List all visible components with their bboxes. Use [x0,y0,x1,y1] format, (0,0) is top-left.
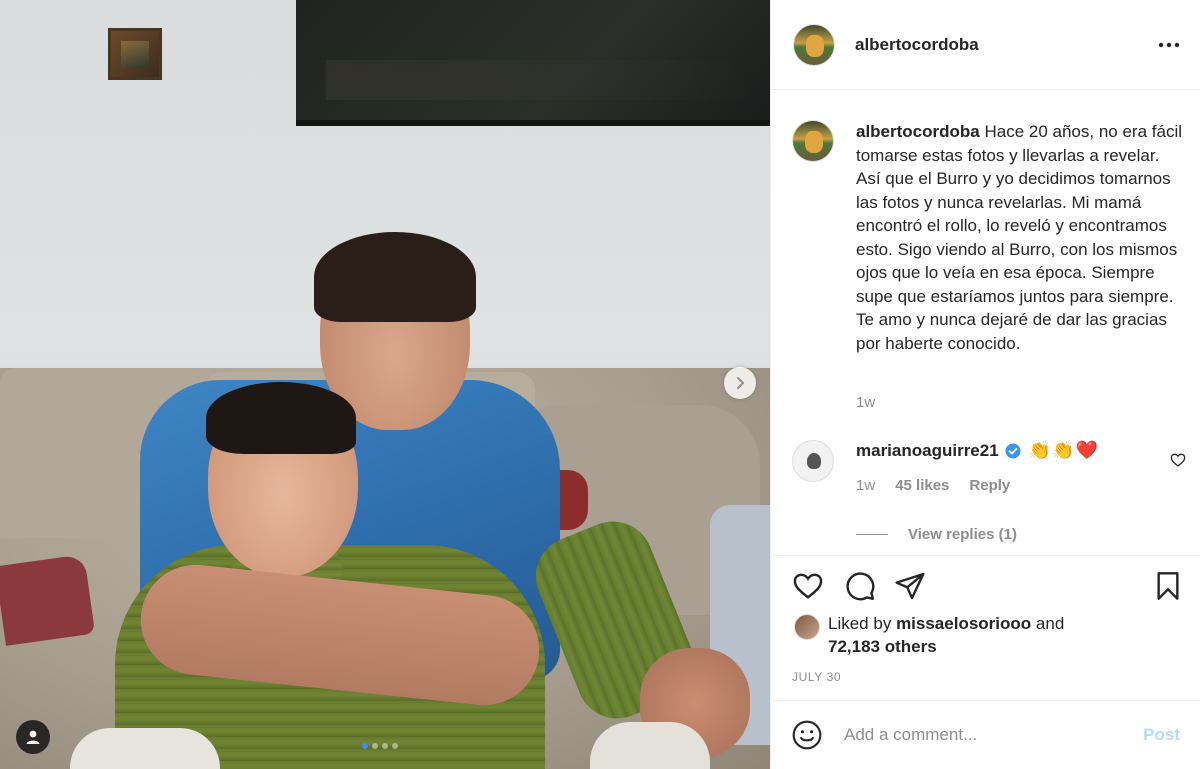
wall-painting [296,0,770,126]
view-replies-button[interactable]: View replies (1) [856,526,1017,543]
comment-likes[interactable]: 45 likes [895,477,949,494]
likes-others[interactable]: 72,183 others [828,637,937,656]
pants-right [590,722,710,769]
pants-left [70,728,220,769]
caption-body: Hace 20 años, no era fácil tomarse estas… [856,122,1182,353]
emoji-button[interactable] [790,718,824,752]
comment: marianoaguirre21 👏👏❤️ 1w 45 likes Reply [792,440,1182,494]
post-actions [790,568,1186,604]
likes-summary: Liked by missaelosoriooo and 72,183 othe… [794,612,1064,658]
caption: albertocordoba Hace 20 años, no era fáci… [792,120,1182,355]
liked-by-label: Liked by [828,614,892,633]
user-tag-icon [26,730,40,744]
wall-small-picture [108,28,162,80]
actions-divider [770,555,1200,556]
chevron-right-icon [737,377,744,389]
caption-username[interactable]: albertocordoba [856,122,980,141]
liker-username[interactable]: missaelosoriooo [896,614,1031,633]
comment-input[interactable] [844,725,1124,745]
heart-outline-icon [793,573,823,599]
comment-like-button[interactable] [1170,452,1186,473]
author-username[interactable]: albertocordoba [855,35,979,55]
comment-meta: 1w 45 likes Reply [856,477,1099,494]
person-front-hair [206,382,356,454]
liker-avatar[interactable] [794,614,820,640]
post-comment-button[interactable]: Post [1143,725,1180,745]
user-tag-button[interactable] [16,720,50,754]
likes-text: Liked by missaelosoriooo and 72,183 othe… [828,612,1064,658]
verified-icon [1005,443,1021,458]
heart-outline-icon [1170,453,1186,467]
reply-button[interactable]: Reply [969,477,1010,494]
carousel-indicator [362,743,398,749]
post-header: albertocordoba [771,0,1200,90]
more-horizontal-icon [1158,42,1180,48]
add-comment-bar: Post [770,700,1200,769]
comment-body: marianoaguirre21 👏👏❤️ 1w 45 likes Reply [856,440,1099,494]
author-avatar[interactable] [793,23,835,66]
post-photo[interactable] [0,0,770,769]
comment-text: 👏👏❤️ [1028,440,1099,460]
commenter-avatar[interactable] [792,440,834,482]
caption-avatar[interactable] [792,120,834,162]
like-button[interactable] [790,568,826,604]
commenter-username[interactable]: marianoaguirre21 [856,441,999,461]
post-date[interactable]: JULY 30 [792,670,841,684]
carousel-dot [362,743,368,749]
view-replies-label: View replies (1) [908,526,1017,543]
paper-plane-icon [895,572,925,600]
carousel-next-button[interactable] [724,367,756,399]
save-button[interactable] [1150,568,1186,604]
share-button[interactable] [892,568,928,604]
person-back-hair [314,232,476,322]
carousel-dot [382,743,388,749]
carousel-dot [392,743,398,749]
bookmark-icon [1157,572,1179,600]
caption-timestamp[interactable]: 1w [856,394,875,411]
comment-button[interactable] [842,568,878,604]
caption-text: albertocordoba Hace 20 años, no era fáci… [856,120,1182,355]
comment-line: marianoaguirre21 👏👏❤️ [856,440,1099,461]
carousel-dot [372,743,378,749]
comment-timestamp[interactable]: 1w [856,477,875,494]
replies-divider [856,534,888,535]
verified-badge [1005,443,1021,459]
likes-and: and [1035,614,1065,633]
red-cushion [0,554,96,646]
comment-bubble-icon [846,572,875,601]
more-options-button[interactable] [1157,33,1181,57]
smiley-icon [792,720,822,750]
